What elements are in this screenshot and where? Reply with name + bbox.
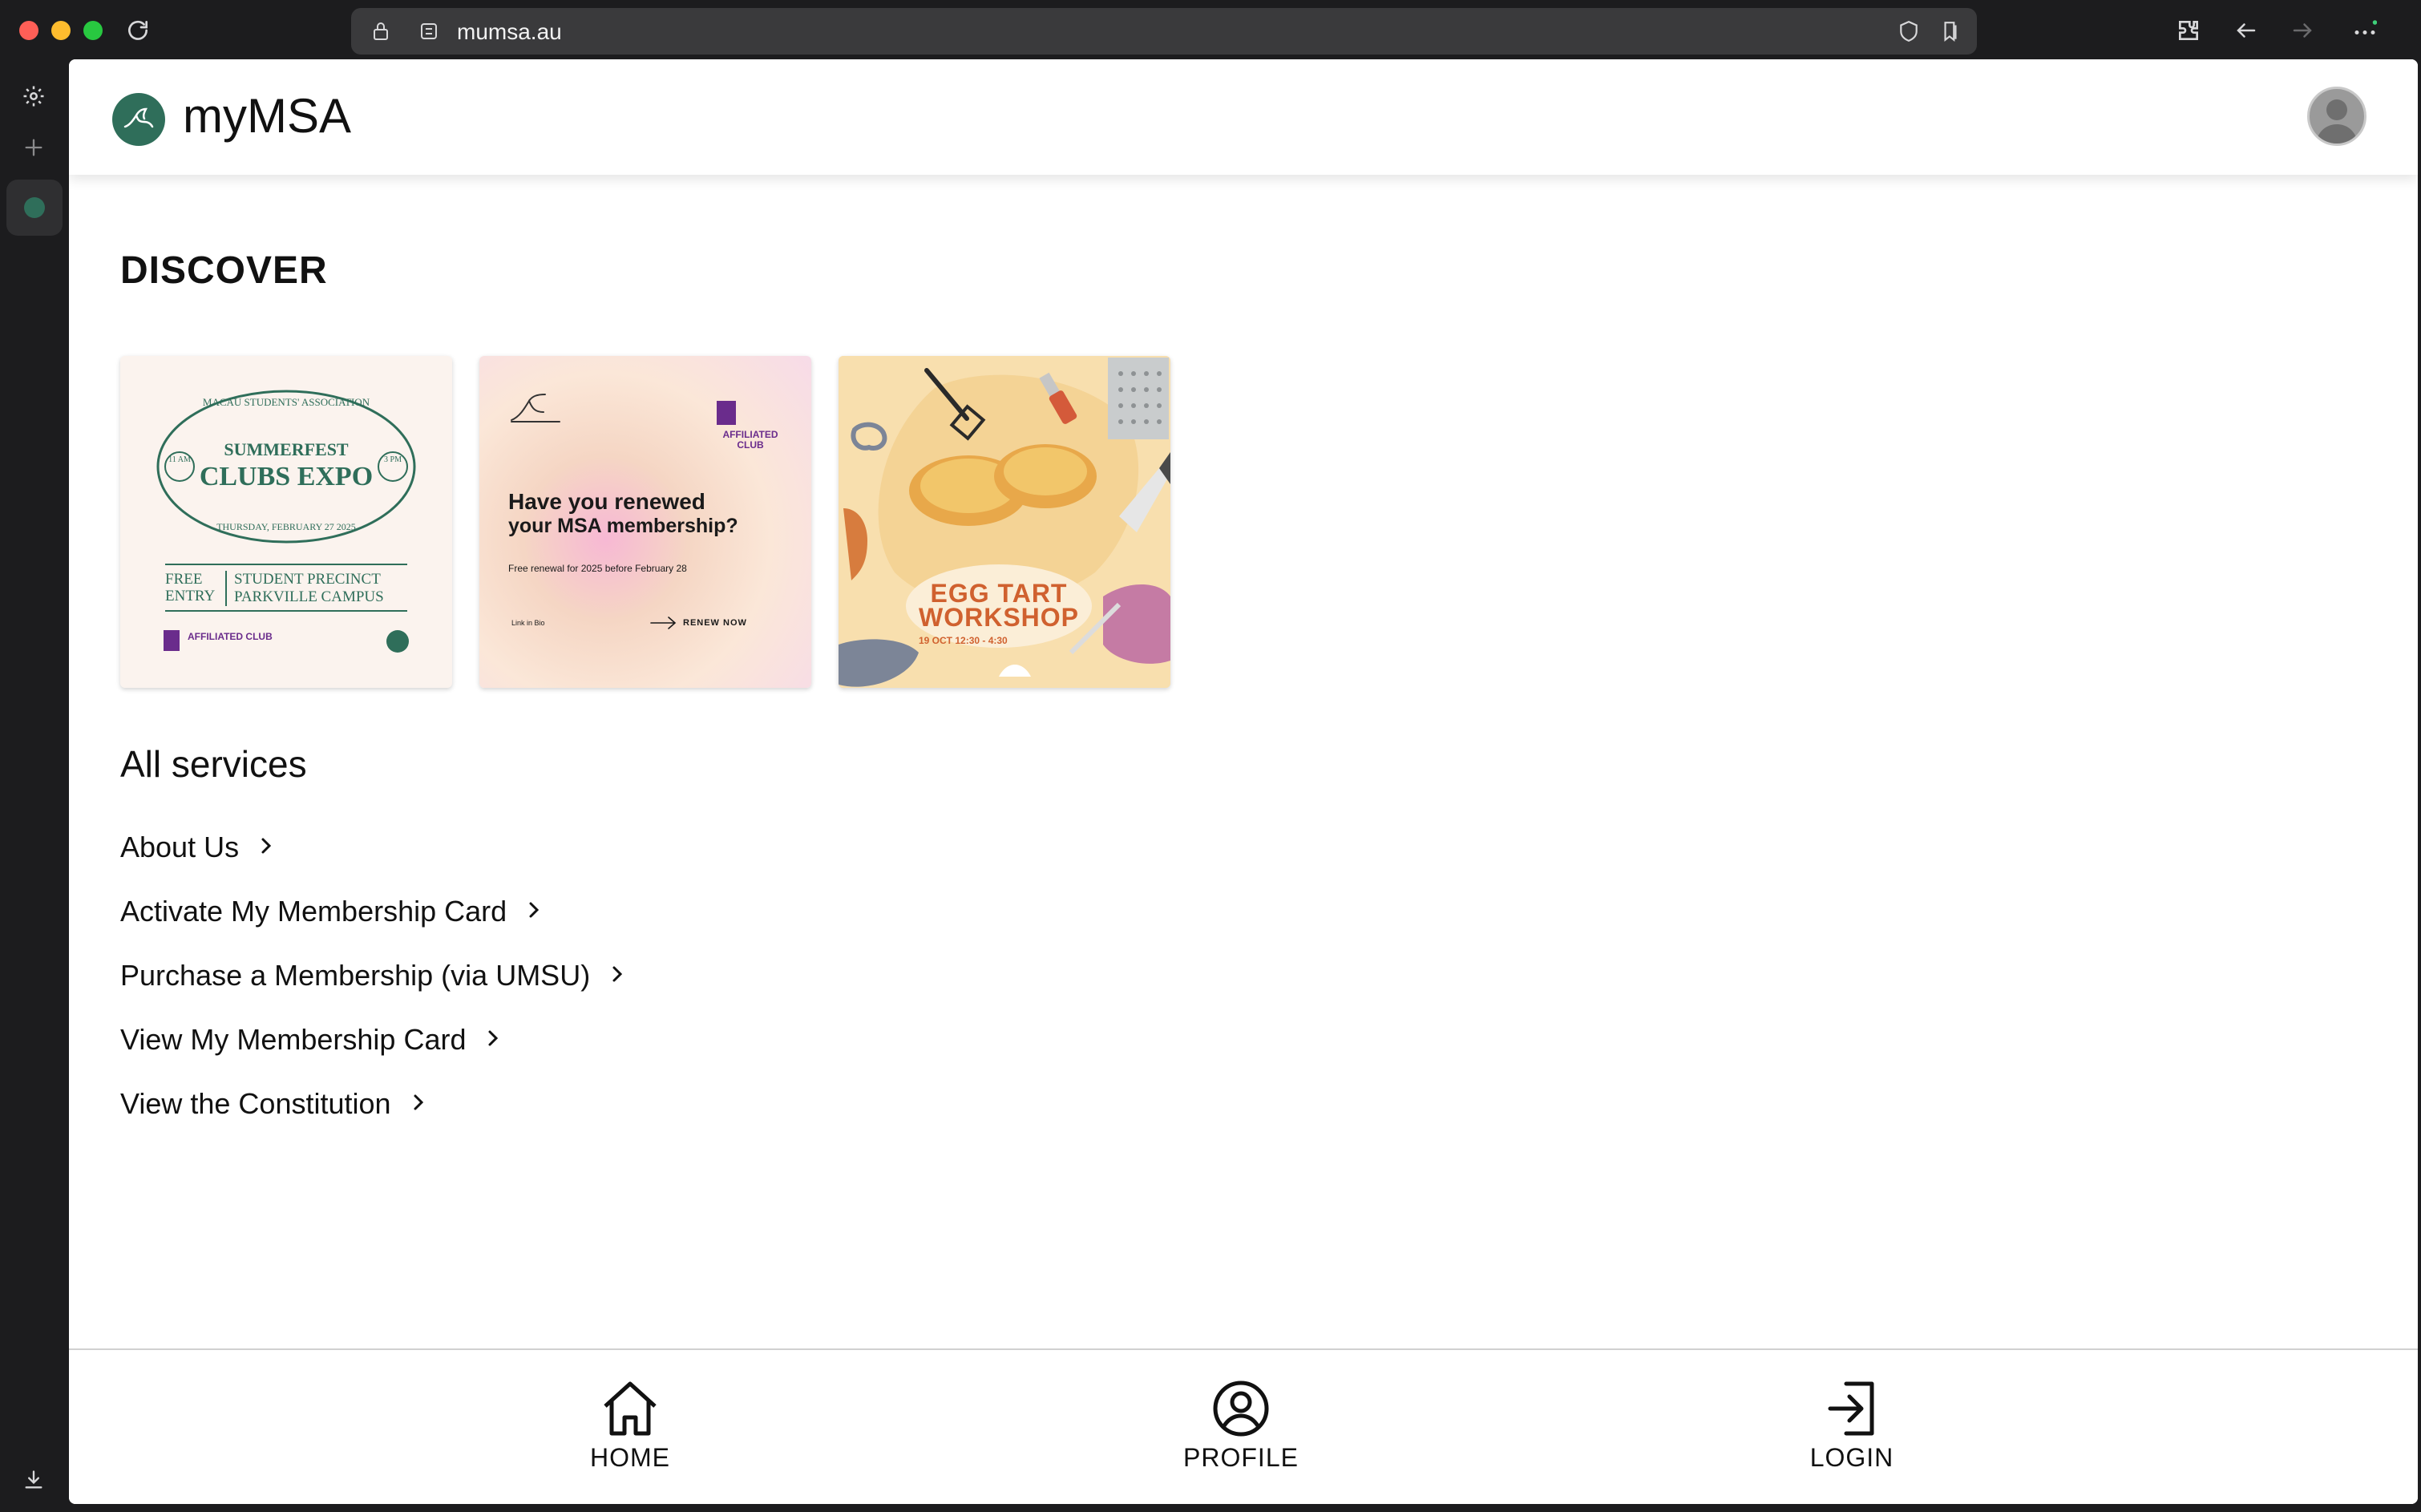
discover-tile-renew-membership[interactable]: AFFILIATED CLUB Have you renewed your MS… [479,356,811,688]
bottom-navigation: HOME PROFILE LOGIN [69,1348,2418,1504]
msa-favicon-icon [24,197,45,218]
tile1-org: MACAU STUDENTS' ASSOCIATION [202,396,370,408]
bookmark-icon[interactable] [1938,19,1962,43]
shield-icon[interactable] [1897,19,1921,43]
service-label: View My Membership Card [120,1023,467,1056]
service-link-constitution[interactable]: View the Constitution [120,1087,428,1121]
url-text[interactable]: mumsa.au [457,19,562,45]
tile2-badge: AFFILIATED CLUB [722,429,778,451]
nav-home[interactable]: HOME [542,1379,718,1473]
arrow-right-icon [650,617,677,629]
extensions-icon[interactable] [2172,14,2205,46]
tile2-sub: Free renewal for 2025 before February 28 [508,563,687,574]
tile3-when: 19 OCT 12:30 - 4:30 [919,635,1008,646]
tile1-line2: CLUBS EXPO [199,462,374,491]
web-page: myMSA DISCOVER MACAU STUDENTS' ASSOCIATI… [69,59,2418,1504]
address-bar[interactable]: mumsa.au [351,8,1977,55]
tile2-headline1: Have you renewed [508,489,705,514]
service-link-about-us[interactable]: About Us [120,831,276,864]
service-link-purchase-membership[interactable]: Purchase a Membership (via UMSU) [120,959,627,993]
tile2-cta: RENEW NOW [683,618,747,628]
discover-tile-clubs-expo[interactable]: MACAU STUDENTS' ASSOCIATION SUMMERFEST C… [120,356,452,688]
nav-profile[interactable]: PROFILE [1153,1379,1329,1473]
download-icon[interactable] [18,1464,50,1496]
service-label: About Us [120,831,240,863]
service-label: View the Constitution [120,1087,391,1120]
back-arrow-icon[interactable] [2230,14,2262,46]
umsu-u-icon [717,401,736,425]
tile1-time-start: 11 AM [168,455,191,464]
tile1-entry: FREE ENTRY [165,571,216,604]
tile3-title2: WORKSHOP [919,603,1079,632]
active-tab-favicon[interactable] [6,180,63,236]
tile1-badge: AFFILIATED CLUB [188,631,273,642]
lock-icon [369,19,393,43]
chevron-right-icon [609,959,627,993]
chevron-right-icon [258,831,276,864]
discover-heading: DISCOVER [120,249,328,292]
chevron-right-icon [410,1087,428,1121]
nav-profile-label: PROFILE [1183,1443,1299,1472]
tile2-link: Link in Bio [511,619,545,627]
new-tab-plus-icon[interactable] [18,131,50,164]
close-window-button[interactable] [19,21,38,40]
user-circle-icon [1213,1381,1269,1437]
home-icon [604,1381,657,1436]
login-icon [1828,1381,1874,1436]
service-label: Activate My Membership Card [120,895,507,928]
site-settings-icon[interactable] [417,19,441,43]
chevron-right-icon [526,895,544,928]
tile2-headline2: your MSA membership? [508,515,738,537]
forward-arrow-icon[interactable] [2286,14,2318,46]
chevron-right-icon [485,1023,503,1057]
avatar[interactable] [2307,87,2366,146]
service-link-activate-card[interactable]: Activate My Membership Card [120,895,544,928]
tile1-venue2: PARKVILLE CAMPUS [234,588,384,605]
browser-sidebar [0,59,69,1512]
nav-login[interactable]: LOGIN [1764,1379,1940,1473]
app-header: myMSA [69,59,2418,175]
reload-icon[interactable] [122,14,154,46]
msa-logo[interactable] [112,93,165,146]
all-services-heading: All services [120,743,307,785]
browser-titlebar: mumsa.au [0,0,2421,59]
tile1-time-end: 3 PM [384,455,402,464]
maximize-window-button[interactable] [83,21,103,40]
service-label: Purchase a Membership (via UMSU) [120,959,591,992]
nav-home-label: HOME [590,1443,670,1472]
tile1-venue1: STUDENT PRECINCT [234,571,381,588]
gear-icon[interactable] [18,80,50,112]
brand-title[interactable]: myMSA [183,88,351,144]
service-link-view-card[interactable]: View My Membership Card [120,1023,503,1057]
tile1-date: THURSDAY, FEBRUARY 27 2025 [216,521,356,532]
nav-login-label: LOGIN [1809,1443,1894,1472]
minimize-window-button[interactable] [51,21,71,40]
discover-tile-egg-tart[interactable]: EGG TART WORKSHOP 19 OCT 12:30 - 4:30 [839,356,1170,688]
more-menu-icon[interactable] [2349,14,2381,46]
